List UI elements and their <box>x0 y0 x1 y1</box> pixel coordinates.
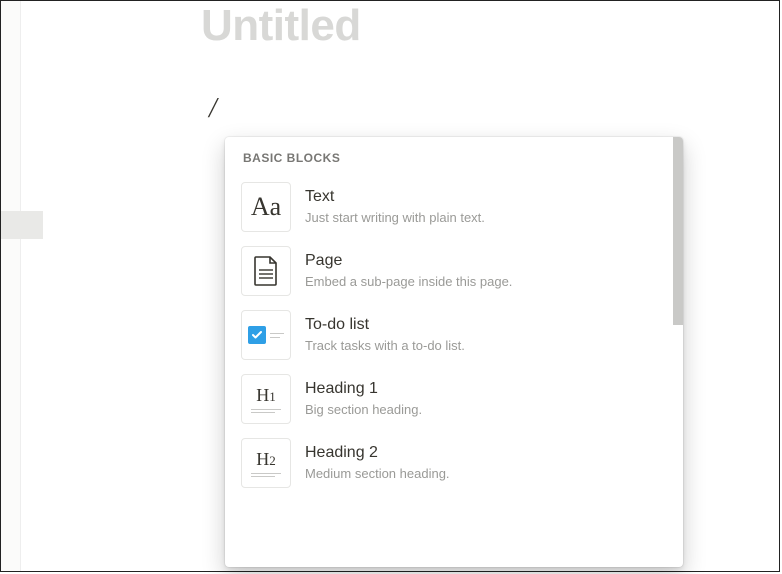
heading2-icon: H2 <box>241 438 291 488</box>
page-title[interactable]: Untitled <box>201 1 361 51</box>
sidebar <box>1 1 21 571</box>
menu-item-title: Heading 2 <box>305 443 450 464</box>
menu-item-title: Page <box>305 251 512 272</box>
menu-item-title: Heading 1 <box>305 379 422 400</box>
menu-item-desc: Track tasks with a to-do list. <box>305 338 465 355</box>
text-aa-icon: Aa <box>241 182 291 232</box>
block-insert-menu: BASIC BLOCKS Aa Text Just start writing … <box>225 137 683 567</box>
menu-item-desc: Just start writing with plain text. <box>305 210 485 227</box>
scrollbar[interactable] <box>673 137 683 325</box>
todo-check-icon <box>241 310 291 360</box>
heading1-icon: H1 <box>241 374 291 424</box>
menu-item-desc: Big section heading. <box>305 402 422 419</box>
page-doc-icon <box>241 246 291 296</box>
editor-slash-trigger[interactable]: / <box>209 93 217 125</box>
menu-section-label: BASIC BLOCKS <box>225 137 683 175</box>
menu-item-todo[interactable]: To-do list Track tasks with a to-do list… <box>225 303 683 367</box>
menu-item-heading2[interactable]: H2 Heading 2 Medium section heading. <box>225 431 683 495</box>
menu-item-heading1[interactable]: H1 Heading 1 Big section heading. <box>225 367 683 431</box>
menu-item-title: Text <box>305 187 485 208</box>
menu-item-text[interactable]: Aa Text Just start writing with plain te… <box>225 175 683 239</box>
sidebar-active-item[interactable] <box>1 211 43 239</box>
menu-item-desc: Medium section heading. <box>305 466 450 483</box>
menu-item-desc: Embed a sub-page inside this page. <box>305 274 512 291</box>
menu-item-title: To-do list <box>305 315 465 336</box>
menu-item-page[interactable]: Page Embed a sub-page inside this page. <box>225 239 683 303</box>
